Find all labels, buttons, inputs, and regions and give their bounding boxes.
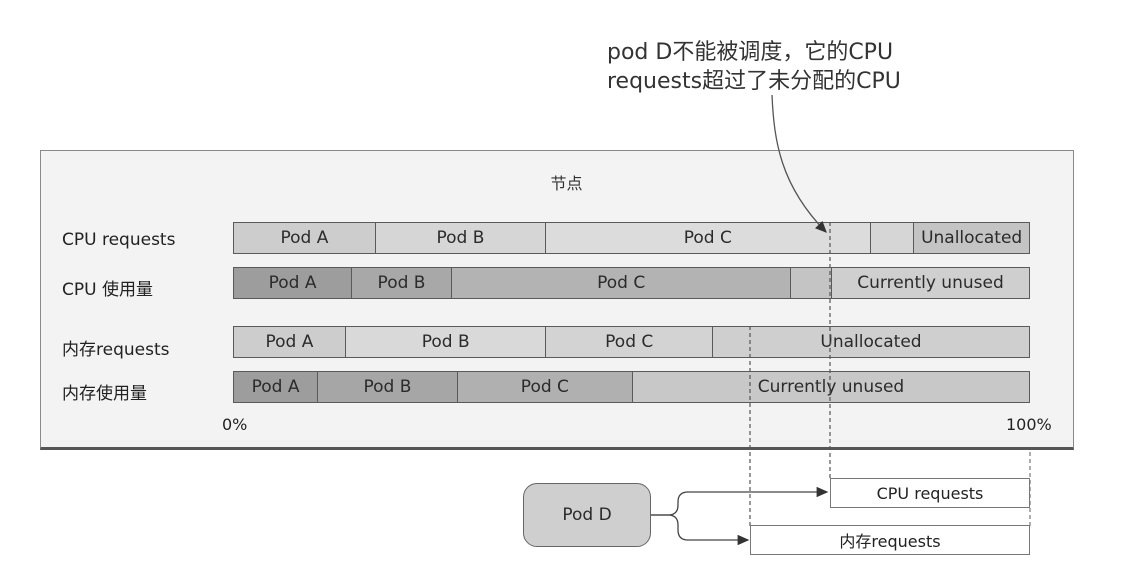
callout-arrow bbox=[771, 94, 827, 233]
pod-d-cpu-requests-box: CPU requests bbox=[830, 478, 1030, 508]
pod-d-box: Pod D bbox=[523, 483, 651, 547]
pod-d-memory-arrow bbox=[651, 514, 750, 546]
pod-d-cpu-arrow bbox=[651, 486, 829, 516]
pod-d-memory-requests-box: 内存requests bbox=[750, 525, 1030, 555]
